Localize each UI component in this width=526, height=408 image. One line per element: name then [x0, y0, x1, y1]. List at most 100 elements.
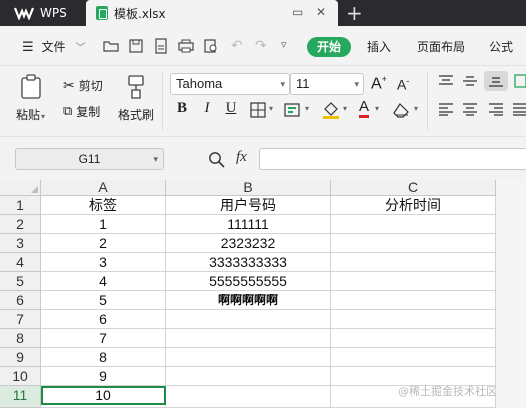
align-bottom-button[interactable]	[484, 71, 508, 91]
table-cell[interactable]: 标签	[41, 196, 166, 215]
row-header[interactable]: 2	[0, 215, 41, 234]
row-header[interactable]: 9	[0, 348, 41, 367]
table-cell[interactable]: 111111	[166, 215, 331, 234]
table-cell[interactable]	[331, 234, 496, 253]
select-all-corner[interactable]	[0, 180, 41, 196]
italic-button[interactable]: I	[198, 100, 216, 117]
row-header[interactable]: 10	[0, 367, 41, 386]
table-cell[interactable]: 10	[41, 386, 166, 408]
table-cell[interactable]: 5555555555	[166, 272, 331, 291]
table-cell[interactable]	[331, 253, 496, 272]
print-preview-icon[interactable]	[203, 38, 219, 54]
chevron-down-icon: ▾	[153, 154, 158, 164]
borders-dropdown-icon[interactable]: ▾	[269, 104, 273, 113]
format-painter-button[interactable]: 格式刷	[118, 74, 154, 123]
pin-window-icon[interactable]: ▭	[292, 5, 303, 19]
table-cell[interactable]: 3333333333	[166, 253, 331, 272]
copy-button[interactable]: ⧉ 复制	[63, 103, 100, 120]
table-cell[interactable]	[166, 329, 331, 348]
table-cell[interactable]	[166, 348, 331, 367]
table-cell[interactable]: 6	[41, 310, 166, 329]
file-menu-label: 文件	[41, 40, 66, 54]
align-right-icon[interactable]	[488, 102, 504, 116]
align-top-icon[interactable]	[438, 74, 454, 88]
increase-font-size-icon[interactable]: A+	[371, 74, 387, 93]
conditional-format-dropdown-icon[interactable]: ▾	[305, 104, 309, 113]
undo-icon[interactable]: ↶	[231, 38, 247, 54]
table-cell[interactable]: 2323232	[166, 234, 331, 253]
cut-button[interactable]: ✂ 剪切	[63, 77, 103, 94]
font-color-icon[interactable]: A	[359, 99, 370, 118]
row-header[interactable]: 1	[0, 196, 41, 215]
table-cell[interactable]	[166, 386, 331, 408]
row-header[interactable]: 3	[0, 234, 41, 253]
formula-input[interactable]	[259, 148, 526, 170]
table-cell[interactable]: 1	[41, 215, 166, 234]
document-tab[interactable]: 模板.xlsx ▭ ✕	[86, 0, 338, 26]
clear-format-icon[interactable]	[393, 102, 411, 118]
clear-format-dropdown-icon[interactable]: ▾	[414, 104, 418, 113]
font-family-select[interactable]: Tahoma ▾	[170, 73, 290, 95]
table-cell[interactable]: 分析时间	[331, 196, 496, 215]
tab-start[interactable]: 开始	[307, 37, 351, 57]
tab-insert[interactable]: 插入	[367, 38, 391, 55]
row-header[interactable]: 4	[0, 253, 41, 272]
table-cell[interactable]	[331, 215, 496, 234]
table-cell[interactable]: 8	[41, 348, 166, 367]
paste-dropdown-icon[interactable]: ▾	[41, 112, 45, 121]
table-cell[interactable]	[331, 348, 496, 367]
conditional-format-icon[interactable]	[284, 102, 302, 118]
paste-button[interactable]: 粘贴▾	[16, 74, 45, 123]
align-center-icon[interactable]	[462, 102, 478, 116]
justify-icon[interactable]	[512, 102, 526, 116]
bold-button[interactable]: B	[173, 100, 191, 117]
table-cell[interactable]	[331, 291, 496, 310]
table-cell[interactable]	[331, 329, 496, 348]
table-cell[interactable]: 9	[41, 367, 166, 386]
row-header[interactable]: 6	[0, 291, 41, 310]
table-cell[interactable]	[166, 367, 331, 386]
insert-function-button[interactable]: fx	[236, 149, 247, 166]
table-cell[interactable]	[166, 310, 331, 329]
align-middle-icon[interactable]	[462, 74, 478, 88]
table-cell[interactable]: 啊啊啊啊啊	[166, 291, 331, 310]
wrap-text-icon[interactable]	[514, 74, 526, 88]
save-icon[interactable]	[128, 38, 144, 54]
borders-icon[interactable]	[250, 102, 266, 118]
row-header[interactable]: 8	[0, 329, 41, 348]
table-cell[interactable]: 7	[41, 329, 166, 348]
tab-formulas[interactable]: 公式	[489, 38, 513, 55]
file-menu[interactable]: ☰ 文件 ﹀	[22, 38, 85, 55]
decrease-font-size-icon[interactable]: A-	[397, 76, 409, 93]
table-cell[interactable]: 2	[41, 234, 166, 253]
row-header[interactable]: 5	[0, 272, 41, 291]
quick-access-more-icon[interactable]: ▿	[281, 38, 297, 54]
fill-color-dropdown-icon[interactable]: ▾	[343, 104, 347, 113]
table-cell[interactable]: 4	[41, 272, 166, 291]
name-box[interactable]: G11 ▾	[15, 148, 164, 170]
export-pdf-icon[interactable]	[153, 38, 169, 54]
table-cell[interactable]	[331, 310, 496, 329]
wps-home-tab[interactable]: WPS	[0, 0, 86, 26]
table-cell[interactable]	[331, 272, 496, 291]
underline-button[interactable]: U	[222, 100, 240, 117]
print-icon[interactable]	[178, 38, 194, 54]
tab-page-layout[interactable]: 页面布局	[417, 38, 465, 55]
font-size-select[interactable]: 11 ▾	[290, 73, 364, 95]
table-cell[interactable]: 用户号码	[166, 196, 331, 215]
column-header-c[interactable]: C	[331, 180, 496, 196]
fill-color-icon[interactable]	[322, 101, 340, 119]
table-cell[interactable]: 3	[41, 253, 166, 272]
zoom-search-icon[interactable]	[208, 151, 225, 168]
row-header[interactable]: 7	[0, 310, 41, 329]
new-tab-icon[interactable]: +	[346, 1, 363, 25]
align-left-icon[interactable]	[438, 102, 454, 116]
column-header-b[interactable]: B	[166, 180, 331, 196]
open-folder-icon[interactable]	[103, 38, 119, 54]
font-color-dropdown-icon[interactable]: ▾	[375, 104, 379, 113]
column-header-a[interactable]: A	[41, 180, 166, 196]
close-tab-icon[interactable]: ✕	[316, 5, 326, 19]
redo-icon[interactable]: ↷	[255, 38, 271, 54]
table-cell[interactable]: 5	[41, 291, 166, 310]
row-header-selected[interactable]: 11	[0, 386, 41, 408]
